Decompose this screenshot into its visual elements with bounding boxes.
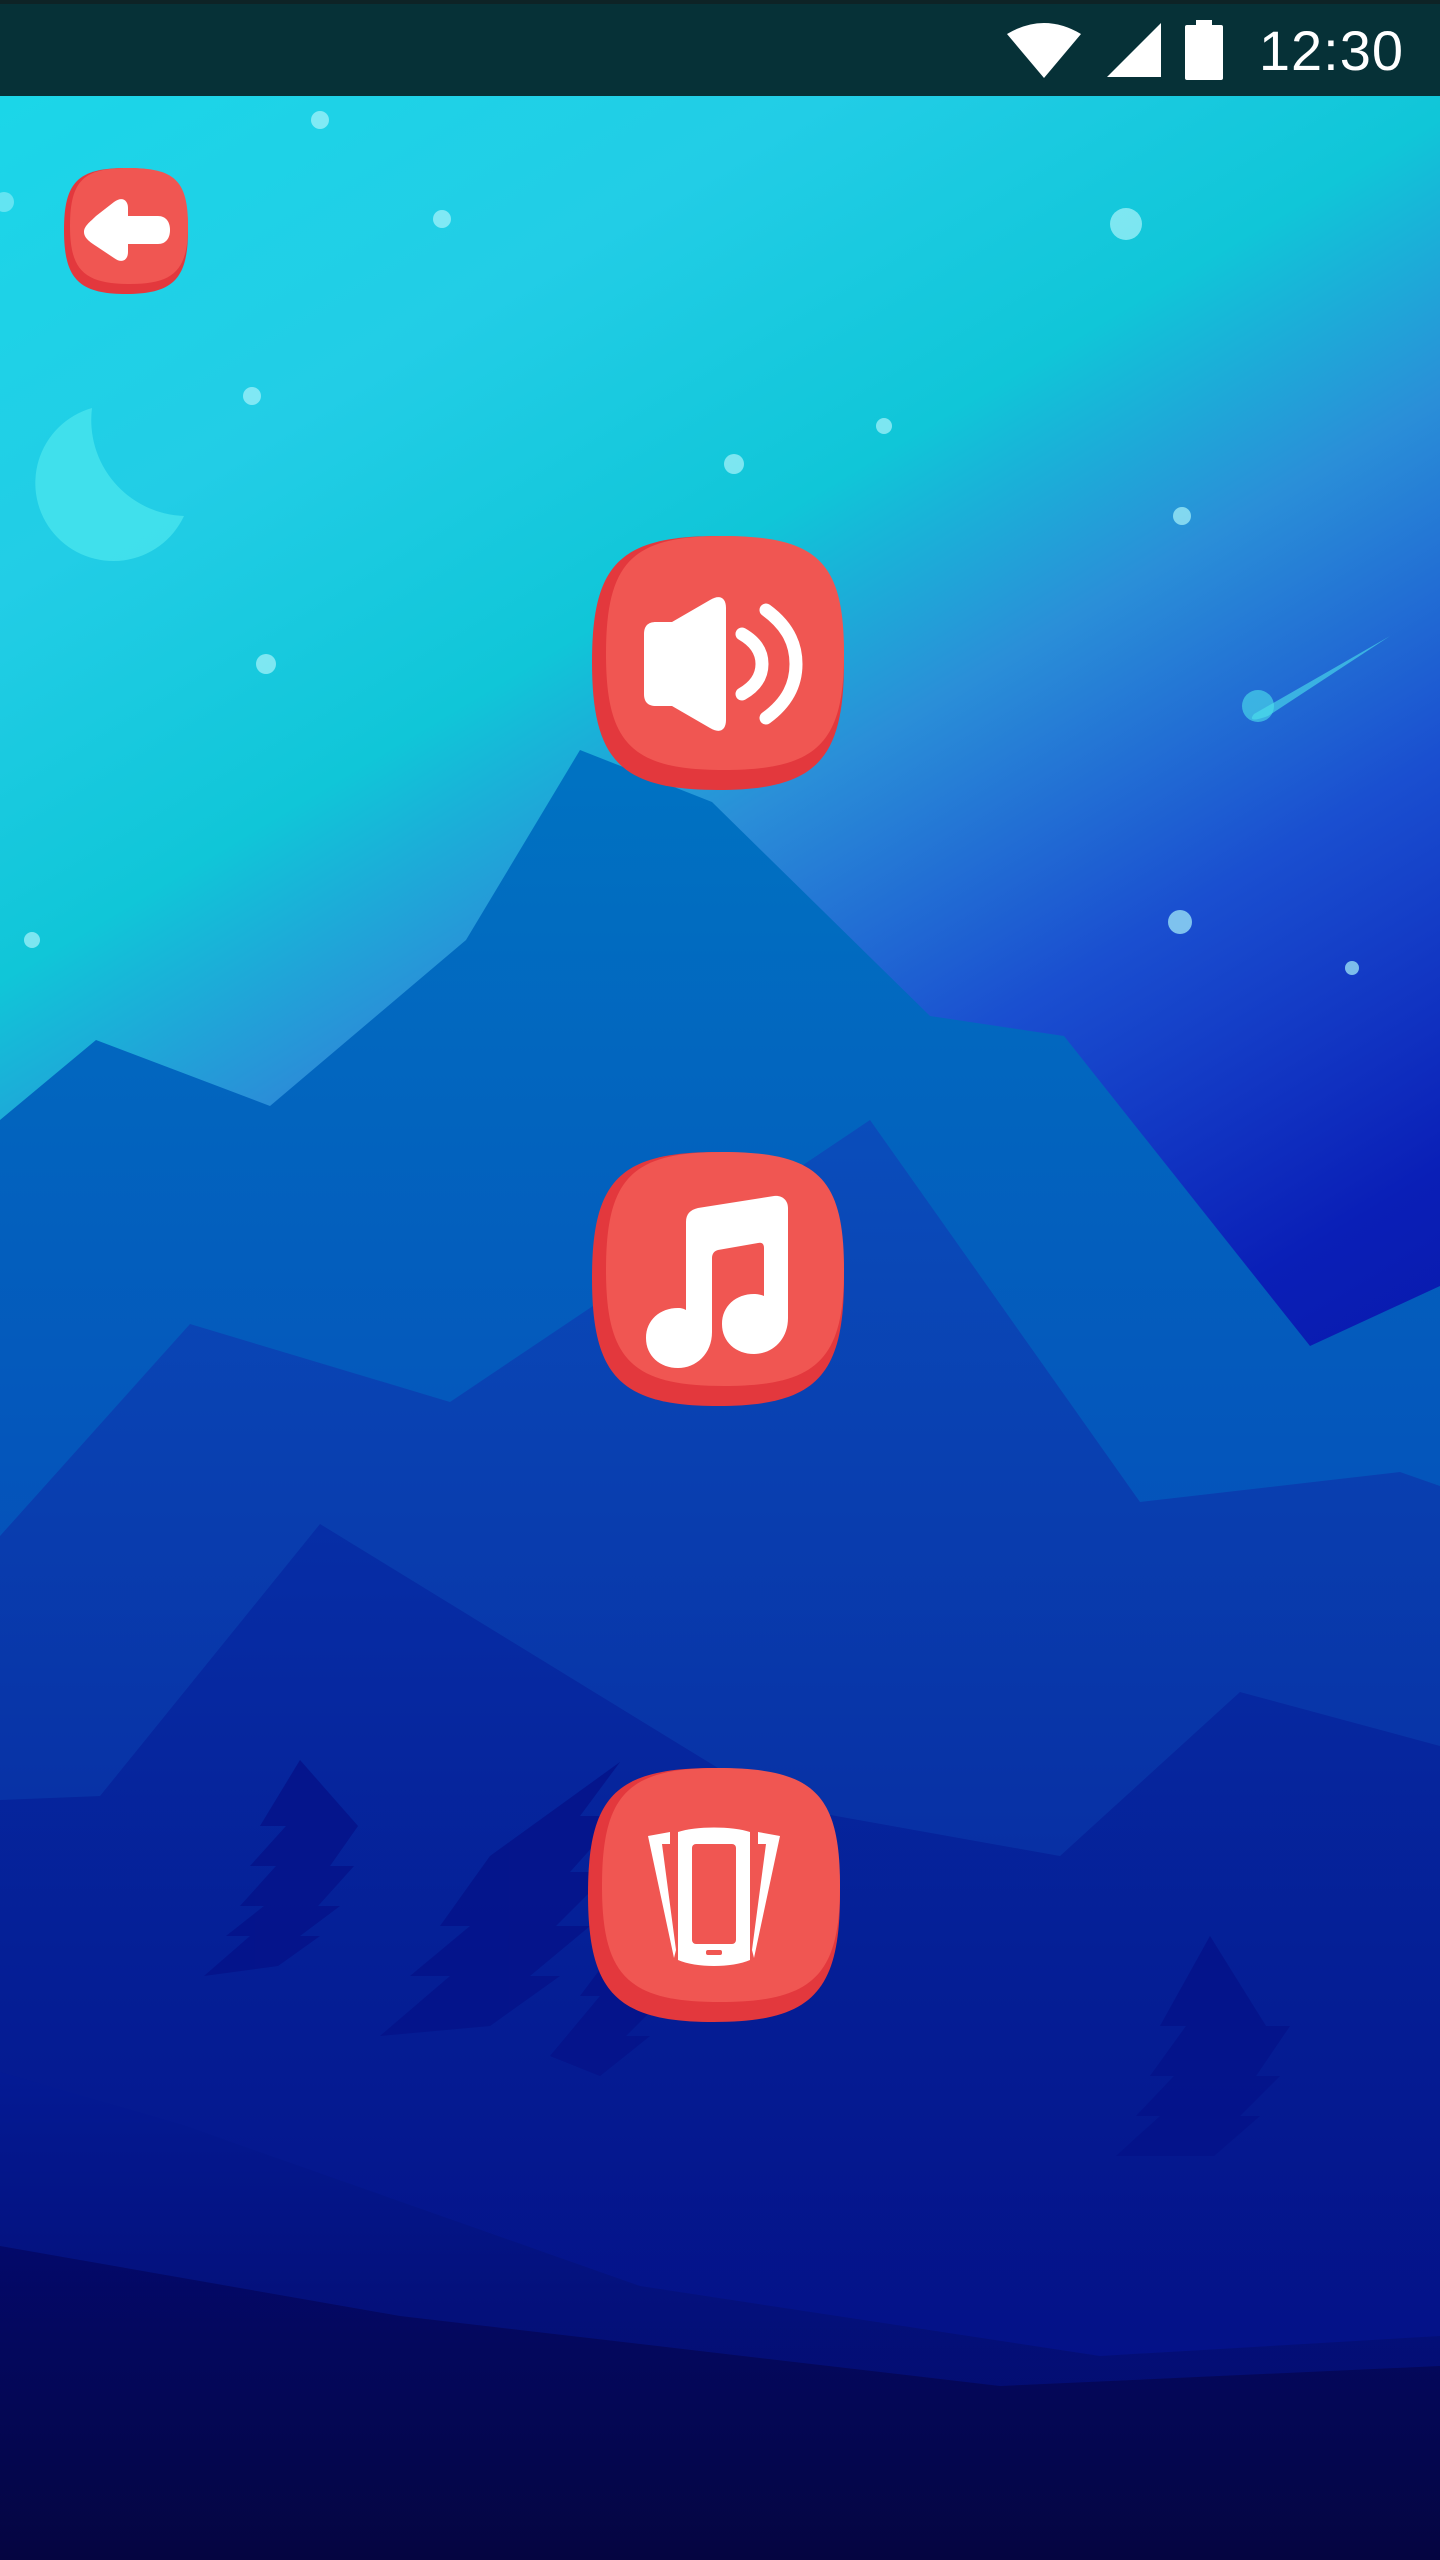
- battery-icon: [1184, 20, 1223, 80]
- status-icons: 12:30: [1005, 4, 1404, 96]
- sound-toggle-button[interactable]: [590, 534, 846, 792]
- status-bar: 12:30: [0, 0, 1440, 96]
- settings-screen: 12:30: [0, 0, 1440, 2560]
- back-button[interactable]: [62, 166, 190, 296]
- vibration-toggle-button[interactable]: [586, 1766, 842, 2024]
- music-toggle-button[interactable]: [590, 1150, 846, 1408]
- cellular-signal-icon: [1105, 21, 1163, 79]
- wifi-icon: [1005, 20, 1083, 80]
- status-time: 12:30: [1258, 18, 1404, 82]
